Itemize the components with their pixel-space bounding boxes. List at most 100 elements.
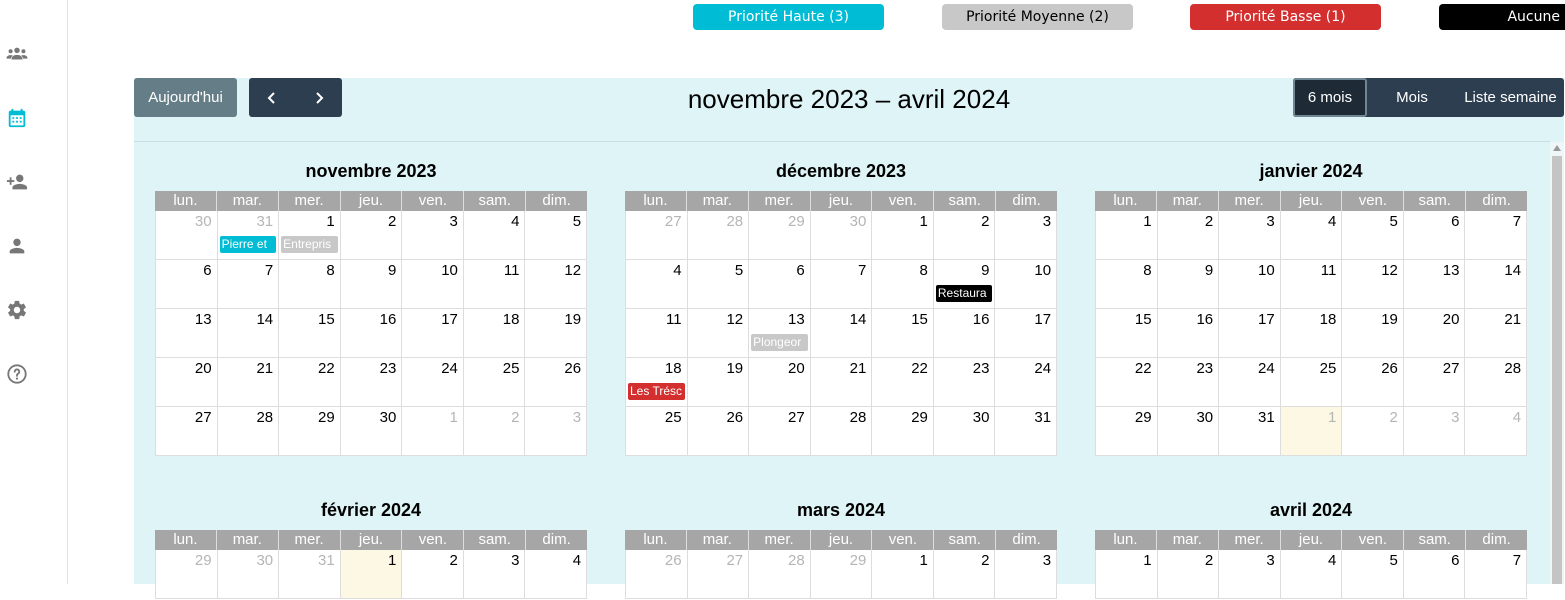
day-cell[interactable]: 3 <box>462 550 525 598</box>
day-cell[interactable]: 21 <box>216 358 279 406</box>
day-cell[interactable]: 23 <box>339 358 402 406</box>
day-cell[interactable]: 17 <box>401 309 463 357</box>
prev-button[interactable] <box>249 78 296 117</box>
day-cell[interactable]: 16 <box>1156 309 1219 357</box>
day-cell[interactable]: 3 <box>524 407 588 455</box>
day-cell[interactable]: 24 <box>994 358 1058 406</box>
day-cell[interactable]: 11 <box>462 260 525 308</box>
day-cell[interactable]: 4 <box>524 550 588 598</box>
day-cell[interactable]: 2 <box>339 211 402 259</box>
scroll-thumb[interactable] <box>1552 156 1562 584</box>
day-cell[interactable]: 26 <box>625 550 687 598</box>
day-cell[interactable]: 15 <box>871 309 933 357</box>
day-cell[interactable]: 10 <box>994 260 1058 308</box>
day-cell[interactable]: 31 <box>278 550 340 598</box>
day-cell[interactable]: 3 <box>401 211 463 259</box>
day-cell[interactable]: 15 <box>278 309 340 357</box>
day-cell[interactable]: 18 Les Trésc <box>625 358 687 406</box>
day-cell[interactable]: 31 Pierre et <box>216 211 279 259</box>
day-cell[interactable]: 17 <box>994 309 1058 357</box>
day-cell[interactable]: 26 <box>1341 358 1403 406</box>
day-cell[interactable]: 3 <box>1218 211 1280 259</box>
help-icon[interactable] <box>5 362 29 386</box>
settings-icon[interactable] <box>5 298 29 322</box>
legend-priority-none[interactable]: Aucune <box>1439 4 1565 30</box>
day-cell[interactable]: 30 <box>932 407 995 455</box>
day-cell[interactable]: 29 <box>871 407 933 455</box>
day-cell[interactable]: 27 <box>155 407 217 455</box>
day-cell[interactable]: 19 <box>524 309 588 357</box>
user-icon[interactable] <box>5 234 29 258</box>
day-cell[interactable]: 1 Entrepris <box>278 211 340 259</box>
day-cell[interactable]: 14 <box>1464 260 1528 308</box>
day-cell[interactable]: 6 <box>155 260 217 308</box>
add-user-icon[interactable] <box>5 170 29 194</box>
day-cell[interactable]: 4 <box>462 211 525 259</box>
next-button[interactable] <box>296 78 343 117</box>
day-cell[interactable]: 13 <box>1402 260 1465 308</box>
day-cell[interactable]: 13 Plongeor <box>748 309 810 357</box>
day-cell[interactable]: 29 <box>809 550 872 598</box>
day-cell[interactable]: 9 <box>1156 260 1219 308</box>
day-cell[interactable]: 12 <box>524 260 588 308</box>
day-cell[interactable]: 23 <box>932 358 995 406</box>
day-cell[interactable]: 18 <box>462 309 525 357</box>
day-cell[interactable]: 10 <box>401 260 463 308</box>
day-cell[interactable]: 24 <box>401 358 463 406</box>
day-cell[interactable]: 9 <box>339 260 402 308</box>
day-cell[interactable]: 23 <box>1156 358 1219 406</box>
day-cell[interactable]: 27 <box>1402 358 1465 406</box>
day-cell[interactable]: 7 <box>216 260 279 308</box>
day-cell[interactable]: 28 <box>216 407 279 455</box>
legend-priority-low[interactable]: Priorité Basse (1) <box>1190 4 1381 30</box>
day-cell[interactable]: 14 <box>216 309 279 357</box>
day-cell[interactable]: 22 <box>871 358 933 406</box>
day-cell[interactable]: 5 <box>1341 211 1403 259</box>
day-cell[interactable]: 2 <box>932 211 995 259</box>
day-cell[interactable]: 27 <box>686 550 749 598</box>
view-6-months-button[interactable]: 6 mois <box>1293 78 1367 117</box>
day-cell[interactable]: 8 <box>278 260 340 308</box>
day-cell[interactable]: 13 <box>155 309 217 357</box>
day-cell-today[interactable]: 1 <box>339 550 402 598</box>
day-cell[interactable]: 4 <box>625 260 687 308</box>
day-cell[interactable]: 27 <box>625 211 687 259</box>
day-cell[interactable]: 26 <box>686 407 749 455</box>
day-cell[interactable]: 1 <box>1095 550 1157 598</box>
day-cell[interactable]: 29 <box>278 407 340 455</box>
day-cell[interactable]: 30 <box>155 211 217 259</box>
calendar-event[interactable]: Restaura <box>935 285 993 302</box>
day-cell[interactable]: 29 <box>748 211 810 259</box>
day-cell[interactable]: 2 <box>401 550 463 598</box>
day-cell[interactable]: 25 <box>462 358 525 406</box>
day-cell[interactable]: 15 <box>1095 309 1157 357</box>
calendar-event[interactable]: Pierre et <box>219 236 277 253</box>
day-cell[interactable]: 17 <box>1218 309 1280 357</box>
day-cell[interactable]: 2 <box>1341 407 1403 455</box>
day-cell[interactable]: 19 <box>1341 309 1403 357</box>
day-cell[interactable]: 22 <box>1095 358 1157 406</box>
calendar-event[interactable]: Entrepris <box>281 236 338 253</box>
day-cell[interactable]: 18 <box>1279 309 1342 357</box>
day-cell[interactable]: 30 <box>216 550 279 598</box>
day-cell[interactable]: 16 <box>339 309 402 357</box>
day-cell[interactable]: 30 <box>339 407 402 455</box>
day-cell[interactable]: 8 <box>1095 260 1157 308</box>
legend-priority-medium[interactable]: Priorité Moyenne (2) <box>942 4 1133 30</box>
day-cell[interactable]: 25 <box>1279 358 1342 406</box>
day-cell[interactable]: 5 <box>1341 550 1403 598</box>
calendar-icon[interactable] <box>5 106 29 130</box>
day-cell[interactable]: 2 <box>932 550 995 598</box>
view-week-list-button[interactable]: Liste semaine <box>1457 78 1564 117</box>
day-cell[interactable]: 1 <box>871 211 933 259</box>
day-cell[interactable]: 29 <box>1095 407 1157 455</box>
day-cell[interactable]: 26 <box>524 358 588 406</box>
day-cell[interactable]: 29 <box>155 550 217 598</box>
day-cell[interactable]: 2 <box>1156 550 1219 598</box>
day-cell[interactable]: 16 <box>932 309 995 357</box>
users-icon[interactable] <box>5 42 29 66</box>
day-cell[interactable]: 6 <box>1402 211 1465 259</box>
day-cell[interactable]: 30 <box>809 211 872 259</box>
calendar-event[interactable]: Plongeor <box>751 334 808 351</box>
day-cell[interactable]: 7 <box>1464 211 1528 259</box>
